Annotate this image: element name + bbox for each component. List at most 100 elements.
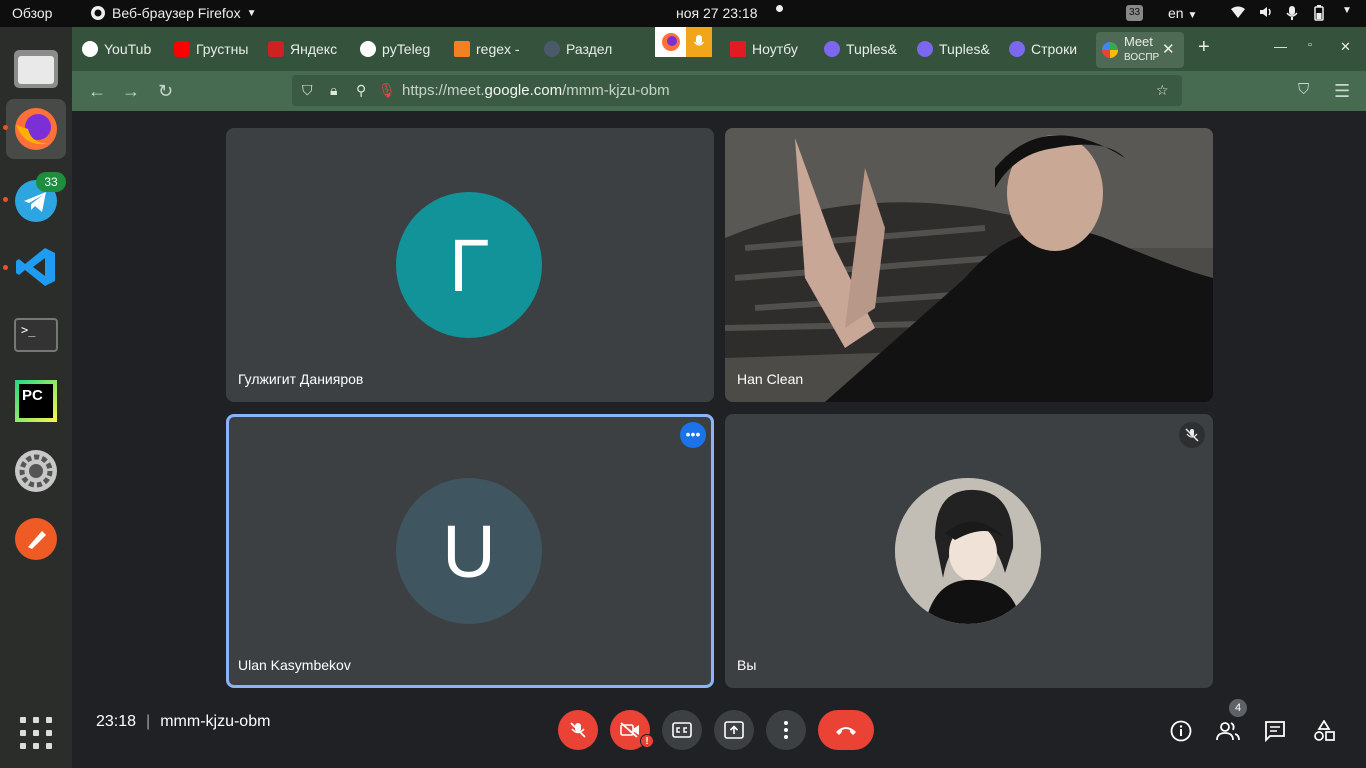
chat-button[interactable]	[1263, 719, 1287, 743]
forward-button[interactable]: →	[122, 81, 140, 102]
muted-icon	[1179, 422, 1205, 448]
microphone-toggle-button[interactable]	[558, 710, 598, 750]
tab-label: Tuples&	[846, 41, 897, 57]
meeting-details-button[interactable]	[1169, 719, 1193, 743]
dock-firefox[interactable]	[6, 99, 66, 159]
youtube-icon	[174, 41, 190, 57]
tab-noutbuk[interactable]: Ноутбу	[730, 35, 804, 63]
github-icon	[82, 41, 98, 57]
sharing-indicator[interactable]	[655, 27, 712, 57]
settings-icon	[15, 450, 57, 492]
reload-button[interactable]: ↻	[158, 81, 173, 102]
tab-youtube[interactable]: YouTub	[82, 35, 154, 63]
camera-off-icon	[620, 722, 639, 738]
dock-show-apps[interactable]	[6, 703, 66, 763]
tab-pytelegram[interactable]: pyTeleg	[360, 35, 434, 63]
participant-video-tile[interactable]: Han Clean	[725, 128, 1213, 402]
wifi-icon	[1230, 5, 1245, 21]
shield-icon[interactable]: ⛉	[302, 82, 313, 99]
tab-label: Строки	[1031, 41, 1078, 57]
leave-call-button[interactable]	[818, 710, 874, 750]
menu-icon[interactable]: ☰	[1334, 81, 1350, 102]
close-window-button[interactable]: ✕	[1340, 39, 1351, 55]
tab-yandex[interactable]: Яндекс	[268, 35, 340, 63]
tab-label: Tuples&	[939, 41, 990, 57]
system-tray[interactable]: ▼	[1230, 5, 1352, 21]
new-tab-button[interactable]: +	[1198, 36, 1210, 59]
participant-name: Han Clean	[737, 371, 804, 387]
maximize-button[interactable]: ▫	[1308, 39, 1312, 51]
video-feed	[725, 128, 1213, 402]
participant-tile[interactable]: Г Гулжигит Данияров	[226, 128, 714, 402]
url-text[interactable]: https://meet.google.com/mmm-kjzu-obm	[402, 82, 670, 99]
camera-error-badge: !	[640, 734, 654, 748]
chevron-down-icon: ▼	[246, 7, 257, 19]
dock-settings[interactable]	[6, 441, 66, 501]
tab-grustny[interactable]: Грустны	[174, 35, 252, 63]
tab-tuples-1[interactable]: Tuples&	[824, 35, 900, 63]
captions-button[interactable]	[662, 710, 702, 750]
more-options-button[interactable]: •••	[680, 422, 706, 448]
dock-files[interactable]	[6, 37, 66, 97]
app-grid-icon	[20, 717, 52, 749]
dock-vscode[interactable]	[6, 237, 66, 297]
course-icon	[1009, 41, 1025, 57]
dock-pycharm[interactable]: PC	[6, 371, 66, 431]
terminal-icon: >_	[14, 318, 58, 352]
more-options-button[interactable]	[766, 710, 806, 750]
camera-toggle-button[interactable]: !	[610, 710, 654, 750]
participant-tile-pinned[interactable]: U ••• Ulan Kasymbekov	[226, 414, 714, 688]
people-button[interactable]	[1216, 719, 1240, 743]
notification-count-badge[interactable]: 33	[1126, 5, 1143, 21]
captions-icon	[672, 722, 692, 738]
participant-count-badge: 4	[1229, 699, 1247, 717]
tab-regex[interactable]: regex -	[454, 35, 524, 63]
pocket-icon[interactable]: ⛉	[1298, 81, 1309, 98]
clock[interactable]: ноя 27 23:18	[676, 5, 757, 21]
battery-icon	[1314, 5, 1328, 21]
activities-button[interactable]: Обзор	[12, 5, 52, 21]
minimize-button[interactable]: —	[1274, 39, 1287, 54]
unread-badge: 33	[36, 172, 66, 192]
app-menu-label: Веб-браузер Firefox	[112, 5, 241, 21]
files-icon	[14, 50, 58, 88]
people-icon	[1216, 722, 1240, 741]
info-icon	[1170, 720, 1192, 742]
navigation-toolbar: ← → ↻ ⛉ 🔒︎ ⚲ 🎙︎ https://meet.google.com/…	[72, 71, 1366, 111]
chat-icon	[1265, 721, 1285, 742]
dock: 33 >_ PC	[0, 27, 72, 768]
bookmark-star-icon[interactable]: ☆	[1156, 82, 1169, 99]
profile-picture	[895, 478, 1041, 624]
tab-tuples-2[interactable]: Tuples&	[917, 35, 991, 63]
lock-icon[interactable]: 🔒︎	[330, 82, 337, 99]
activities-button[interactable]	[1312, 719, 1336, 743]
close-tab-icon[interactable]: ✕	[1162, 40, 1175, 58]
permissions-icon[interactable]: ⚲	[356, 82, 366, 99]
tab-strip: YouTub Грустны Яндекс pyTeleg regex - Ра…	[72, 27, 1366, 71]
tab-label: Meet ВОСПР	[1124, 35, 1160, 63]
meet-stage: Г Гулжигит Данияров Han Clean U ••• Ulan…	[72, 111, 1366, 768]
participant-name: Ulan Kasymbekov	[238, 657, 351, 673]
dock-terminal[interactable]: >_	[6, 305, 66, 365]
system-top-bar: Обзор Веб-браузер Firefox ▼ ноя 27 23:18…	[0, 0, 1366, 27]
tab-label: pyTeleg	[382, 41, 431, 57]
microphone-blocked-icon[interactable]: 🎙︎	[378, 82, 396, 99]
pycharm-icon: PC	[15, 380, 57, 422]
meet-icon	[1102, 42, 1118, 58]
url-bar[interactable]: ⛉ 🔒︎ ⚲ 🎙︎ https://meet.google.com/mmm-kj…	[292, 75, 1182, 106]
course-icon	[824, 41, 840, 57]
github-icon	[360, 41, 376, 57]
keyboard-layout[interactable]: en ▼	[1168, 5, 1197, 21]
more-vert-icon	[784, 721, 788, 739]
present-screen-button[interactable]	[714, 710, 754, 750]
app-menu[interactable]: Веб-браузер Firefox ▼	[90, 5, 257, 21]
tab-razdel[interactable]: Раздел	[544, 35, 618, 63]
running-indicator	[3, 265, 8, 270]
running-indicator	[3, 125, 8, 130]
self-tile[interactable]: Вы	[725, 414, 1213, 688]
vscode-icon	[16, 248, 55, 286]
tab-stroki[interactable]: Строки	[1009, 35, 1081, 63]
dock-postman[interactable]	[6, 509, 66, 569]
back-button[interactable]: ←	[88, 81, 106, 102]
notification-dot	[776, 5, 783, 12]
